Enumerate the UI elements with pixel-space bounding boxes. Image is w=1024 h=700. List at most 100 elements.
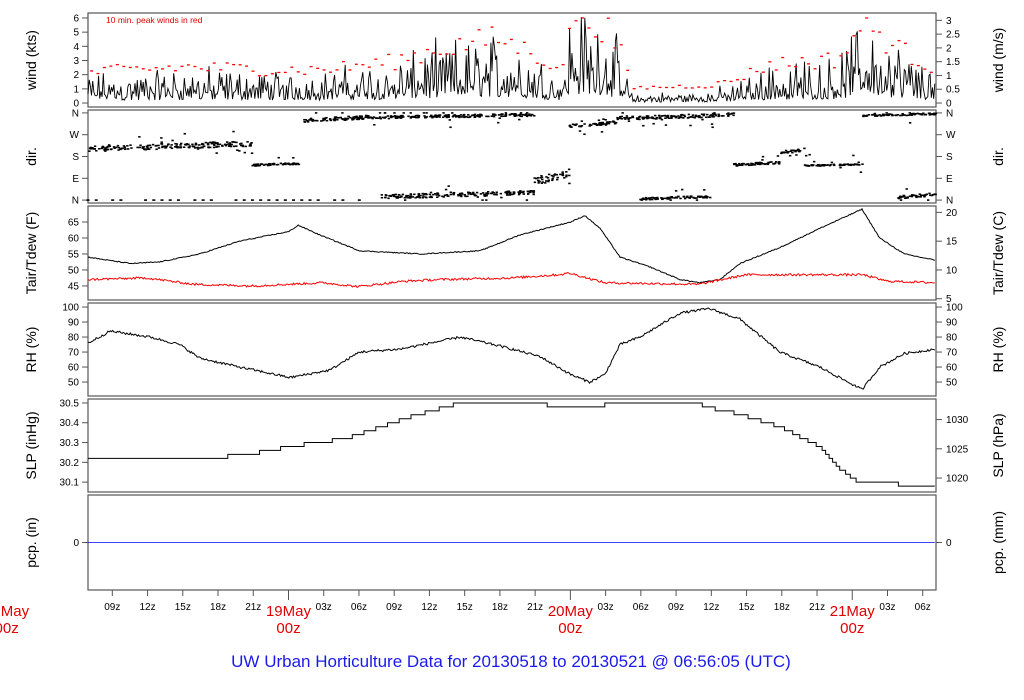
y-tick-label-right-wind: 1.5: [946, 57, 960, 68]
y-tick-label-right-wind: 2.5: [946, 30, 960, 41]
y-tick-label-dir: E: [72, 174, 79, 185]
y-tick-label-rh: 100: [62, 303, 79, 314]
y-tick-label-right-temp: 10: [946, 265, 958, 276]
y-tick-label-slp: 30.2: [60, 458, 80, 469]
x-tick-label: 18z: [774, 602, 790, 613]
series-line-temp-tair: [87, 207, 935, 284]
y-axis-label-rh: RH (%): [23, 327, 39, 373]
chart-title: UW Urban Horticulture Data for 20130518 …: [231, 652, 791, 671]
y-tick-label-wind: 4: [73, 42, 79, 53]
y-tick-label-dir: S: [72, 152, 79, 163]
y-axis-label-right-dir: dir.: [990, 147, 1006, 166]
y-tick-label-slp: 30.1: [60, 478, 80, 489]
x-day-label: 19May: [266, 603, 312, 620]
x-day-label-hour: 00z: [558, 620, 582, 637]
y-tick-label-right-wind: 2: [946, 43, 952, 54]
x-tick-label: 15z: [175, 602, 191, 613]
x-tick-label: 15z: [457, 602, 473, 613]
x-tick-label: 21z: [809, 602, 825, 613]
y-tick-label-wind: 3: [73, 56, 79, 67]
panel-frame-dir: [87, 109, 937, 204]
x-tick-label: 15z: [738, 602, 754, 613]
x-tick-label: 06z: [351, 602, 367, 613]
series-line-rh-rh: [88, 307, 936, 390]
y-tick-label-wind: 2: [73, 70, 79, 81]
y-tick-label-temp: 60: [68, 233, 80, 244]
y-tick-label-right-dir: S: [946, 152, 953, 163]
y-tick-label-right-slp: 1020: [946, 474, 969, 485]
x-tick-label: 09z: [104, 602, 120, 613]
y-axis-label-right-rh: RH (%): [990, 327, 1006, 373]
y-axis-label-right-slp: SLP (hPa): [990, 413, 1006, 477]
x-tick-label: 12z: [703, 602, 719, 613]
series-line-temp-tdew: [87, 272, 935, 289]
x-tick-label: 21z: [245, 602, 261, 613]
y-axis-label-pcp: pcp. (in): [23, 517, 39, 568]
x-day-label: 21May: [830, 603, 876, 620]
y-tick-label-slp: 30.4: [60, 418, 80, 429]
y-tick-label-right-wind: 0.5: [946, 85, 960, 96]
x-tick-label: 06z: [915, 602, 931, 613]
y-axis-label-temp: Tair/Tdew (F): [23, 212, 39, 294]
y-tick-label-rh: 80: [68, 333, 80, 344]
x-tick-label: 06z: [633, 602, 649, 613]
y-tick-label-right-slp: 1030: [946, 415, 969, 426]
y-tick-label-right-dir: E: [946, 174, 953, 185]
y-axis-label-right-wind: wind (m/s): [990, 28, 1006, 94]
y-axis-label-dir: dir.: [23, 147, 39, 166]
y-tick-label-right-rh: 50: [946, 378, 958, 389]
x-tick-label: 12z: [421, 602, 437, 613]
y-tick-label-right-rh: 100: [946, 303, 963, 314]
x-day-label: 20May: [548, 603, 594, 620]
y-tick-label-dir: W: [70, 130, 80, 141]
y-tick-label-right-dir: W: [946, 130, 956, 141]
panel-frame-slp: [87, 398, 937, 493]
y-tick-label-pcp: 0: [73, 538, 79, 549]
y-tick-label-temp: 65: [68, 217, 80, 228]
y-tick-label-right-wind: 3: [946, 16, 952, 27]
y-tick-label-right-rh: 70: [946, 348, 958, 359]
y-axis-label-wind: wind (kts): [23, 30, 39, 91]
y-tick-label-dir: N: [72, 196, 79, 207]
y-tick-label-right-rh: 90: [946, 318, 958, 329]
panel-frame-wind: [87, 12, 937, 108]
x-tick-label: 03z: [598, 602, 614, 613]
x-tick-label: 18z: [210, 602, 226, 613]
y-tick-label-wind: 6: [73, 13, 79, 24]
x-tick-label: 09z: [386, 602, 402, 613]
wind-annotation: 10 min. peak winds in red: [106, 15, 203, 25]
y-axis-label-right-temp: Tair/Tdew (C): [990, 211, 1006, 295]
y-tick-label-wind: 1: [73, 84, 79, 95]
y-tick-label-right-temp: 20: [946, 208, 958, 219]
x-day-label-hour: 00z: [0, 620, 19, 637]
weather-chart: UW Urban Horticulture Data for 20130518 …: [0, 12, 1006, 671]
y-tick-label-temp: 55: [68, 249, 80, 260]
wind-speed-line: [87, 17, 936, 104]
y-tick-label-rh: 60: [68, 363, 80, 374]
x-day-label-hour: 00z: [840, 620, 864, 637]
y-tick-label-right-wind: 1: [946, 71, 952, 82]
panel-frame-temp: [87, 205, 937, 301]
y-tick-label-wind: 5: [73, 28, 79, 39]
x-tick-label: 03z: [316, 602, 332, 613]
y-tick-label-slp: 30.5: [60, 398, 80, 409]
y-tick-label-right-rh: 60: [946, 363, 958, 374]
y-tick-label-dir: N: [72, 108, 79, 119]
x-tick-label: 18z: [492, 602, 508, 613]
x-day-label: 18May: [0, 603, 30, 620]
y-tick-label-right-pcp: 0: [946, 538, 952, 549]
y-axis-label-right-pcp: pcp. (mm): [990, 511, 1006, 574]
y-tick-label-right-dir: N: [946, 196, 953, 207]
x-tick-label: 12z: [139, 602, 155, 613]
x-tick-label: 21z: [527, 602, 543, 613]
y-tick-label-right-dir: N: [946, 108, 953, 119]
x-tick-label: 03z: [879, 602, 895, 613]
y-tick-label-right-temp: 15: [946, 237, 958, 248]
y-tick-label-rh: 90: [68, 318, 80, 329]
y-tick-label-rh: 70: [68, 348, 80, 359]
y-axis-label-slp: SLP (inHg): [23, 411, 39, 479]
y-tick-label-slp: 30.3: [60, 438, 80, 449]
y-tick-label-temp: 50: [68, 265, 80, 276]
series-line-slp-slp: [88, 402, 935, 487]
y-tick-label-temp: 45: [68, 281, 80, 292]
